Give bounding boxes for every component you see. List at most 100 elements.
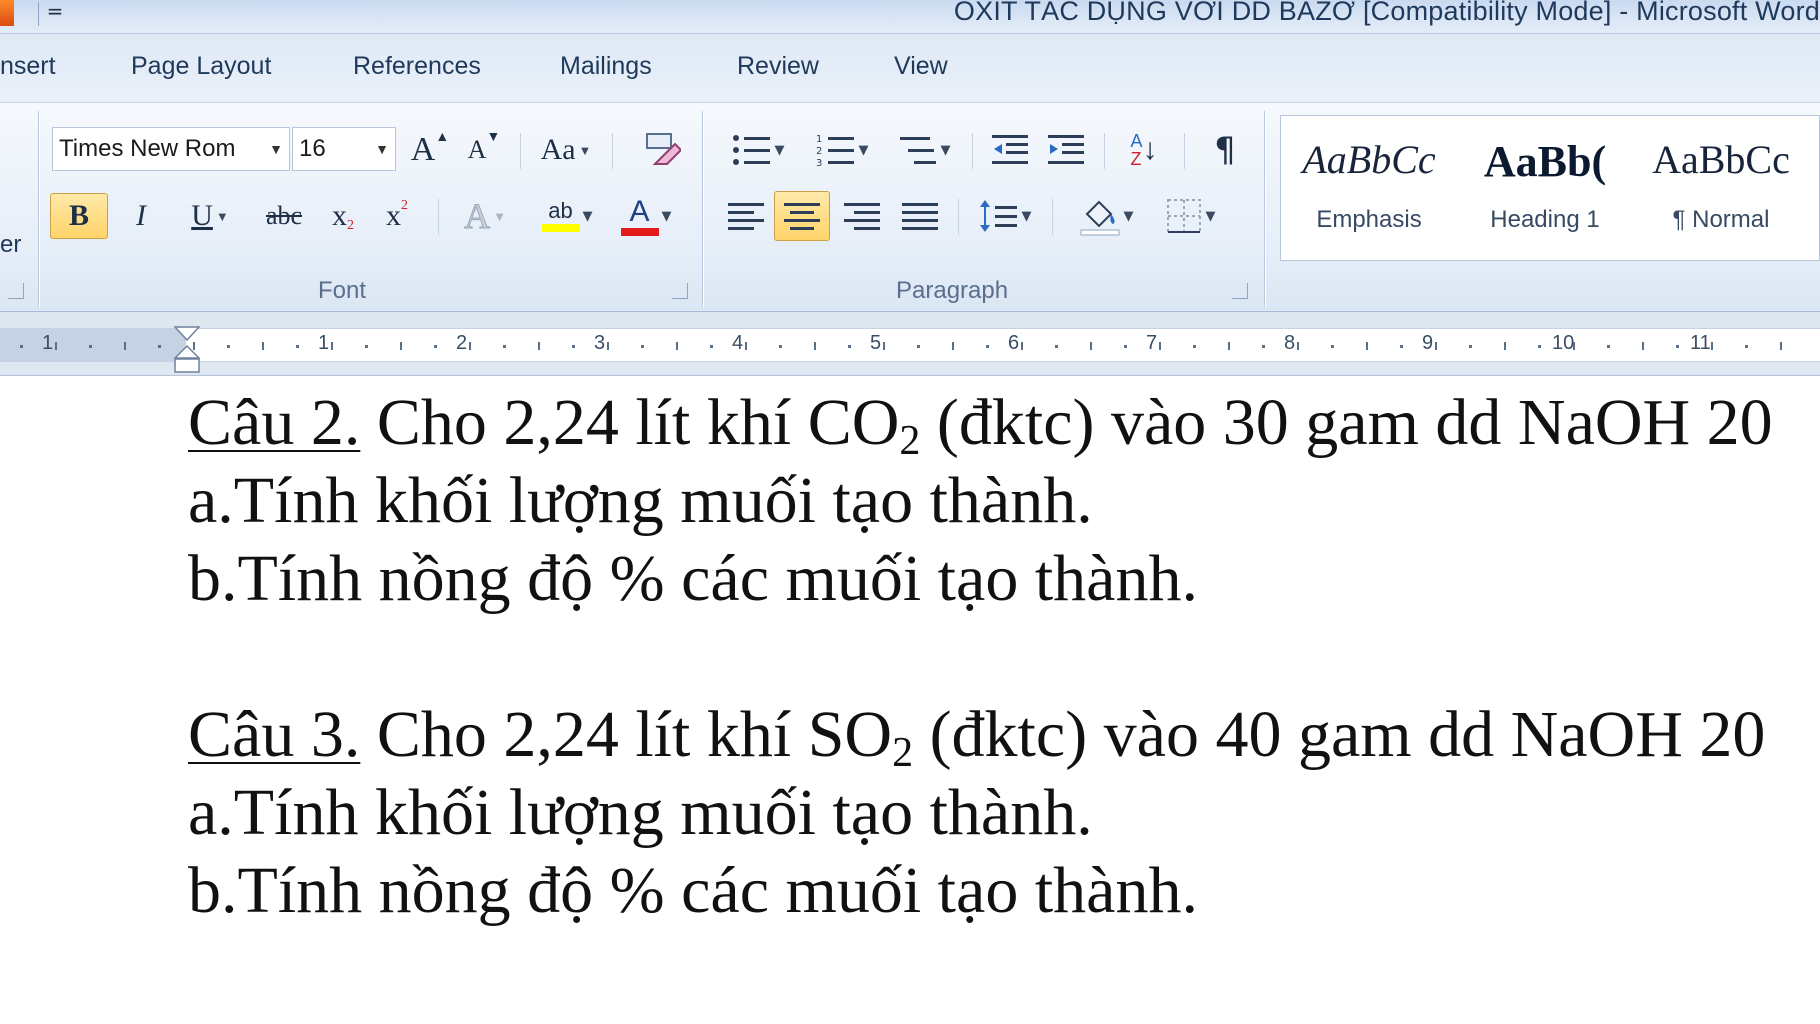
italic-icon: I: [136, 199, 146, 232]
question-2-part-b[interactable]: b.Tính nồng độ % các muối tạo thành.: [188, 546, 1198, 612]
ruler-number: 1: [318, 332, 330, 354]
tab-page-layout[interactable]: Page Layout: [131, 52, 271, 81]
sort-button[interactable]: AZ ↓: [1118, 127, 1170, 173]
ruler-number: 5: [870, 332, 882, 354]
font-name-combo[interactable]: Times New Rom ▼: [52, 127, 290, 171]
tab-review[interactable]: Review: [737, 52, 819, 81]
ruler-tick: [1400, 345, 1403, 348]
underline-button[interactable]: U ▼: [172, 193, 248, 239]
question-3-text: Cho 2,24 lít khí SO: [360, 698, 893, 771]
strikethrough-button[interactable]: abc: [256, 193, 312, 239]
tool-separator: [612, 133, 613, 169]
ruler-number: 8: [1284, 332, 1296, 354]
bullets-button[interactable]: ▼: [724, 127, 792, 173]
text-effects-button[interactable]: A ▼: [452, 193, 518, 239]
question-3-line[interactable]: Câu 3. Cho 2,24 lít khí SO2 (đktc) vào 4…: [188, 702, 1765, 775]
ruler-tick: [1745, 345, 1748, 348]
ruler-tick: [607, 342, 609, 350]
ruler-tick: [1193, 345, 1196, 348]
highlighter-icon: ab: [541, 200, 580, 232]
borders-button[interactable]: ▼: [1154, 193, 1226, 239]
ruler-number: 7: [1146, 332, 1158, 354]
ruler-tick: [676, 342, 678, 350]
tool-separator: [520, 133, 521, 169]
show-formatting-button[interactable]: ¶: [1200, 127, 1250, 173]
shading-button[interactable]: ▼: [1070, 193, 1142, 239]
ruler-tick: [89, 345, 92, 348]
highlight-button[interactable]: ab ▼: [528, 193, 606, 239]
align-left-button[interactable]: [722, 193, 770, 239]
text-effects-icon: A: [464, 196, 491, 236]
tab-references[interactable]: References: [353, 52, 481, 81]
ruler-tick: [745, 342, 747, 350]
ruler-tick: [1573, 342, 1575, 350]
question-2-part-a[interactable]: a.Tính khối lượng muối tạo thành.: [188, 468, 1093, 534]
align-right-icon: [844, 202, 880, 230]
ruler-tick: [710, 345, 713, 348]
font-group-label: Font: [318, 277, 367, 304]
tool-separator: [1184, 133, 1185, 169]
superscript-button[interactable]: x2: [374, 193, 420, 239]
ruler-tick: [883, 342, 885, 350]
style-name: Heading 1: [1490, 206, 1600, 233]
ruler-number: 6: [1008, 332, 1020, 354]
ruler-tick: [20, 345, 23, 348]
question-3-part-a[interactable]: a.Tính khối lượng muối tạo thành.: [188, 780, 1093, 846]
increase-indent-button[interactable]: [1042, 127, 1090, 173]
customize-qat-icon[interactable]: =: [44, 0, 66, 26]
style-name: ¶ Normal: [1672, 206, 1770, 233]
font-color-button[interactable]: A ▼: [612, 193, 680, 239]
ruler-tick: [1124, 345, 1127, 348]
clipboard-launcher-icon[interactable]: [8, 283, 24, 299]
font-size-combo[interactable]: 16 ▼: [292, 127, 396, 171]
line-spacing-button[interactable]: ▼: [972, 193, 1038, 239]
shrink-font-icon: A: [467, 135, 487, 164]
grow-font-button[interactable]: A ▲: [408, 127, 452, 173]
bold-button[interactable]: B: [50, 193, 108, 239]
group-separator: [38, 111, 39, 307]
tab-insert[interactable]: nsert: [0, 52, 56, 81]
font-launcher-icon[interactable]: [672, 283, 688, 299]
subscript-2: 2: [892, 730, 914, 776]
style-normal[interactable]: AaBbCc ¶ Normal: [1633, 116, 1809, 262]
ruler-tick: [193, 342, 195, 350]
clear-formatting-button[interactable]: [636, 127, 686, 173]
shrink-font-button[interactable]: A ▼: [462, 127, 506, 173]
tool-separator: [972, 133, 973, 169]
style-emphasis[interactable]: AaBbCc Emphasis: [1281, 116, 1457, 262]
align-center-button[interactable]: [774, 191, 830, 241]
chevron-down-icon[interactable]: ▼: [269, 128, 283, 170]
ruler-tick: [952, 342, 954, 350]
question-2-line[interactable]: Câu 2. Cho 2,24 lít khí CO2 (đktc) vào 3…: [188, 390, 1773, 463]
ruler-number: 9: [1422, 332, 1434, 354]
ribbon: er Times New Rom ▼ 16 ▼ A ▲ A ▼ Aa ▼ B I U ▼…: [0, 102, 1820, 312]
change-case-button[interactable]: Aa ▼: [534, 127, 598, 173]
style-name: Emphasis: [1316, 206, 1422, 233]
ruler-tick: [572, 345, 575, 348]
ruler-tick: [1642, 342, 1644, 350]
multilevel-list-button[interactable]: ▼: [890, 127, 958, 173]
ruler-tick: [1504, 342, 1506, 350]
numbering-button[interactable]: 123 ▼: [808, 127, 876, 173]
ruler-tick: [1676, 345, 1679, 348]
styles-gallery: AaBbCc Emphasis AaBb( Heading 1 AaBbCc ¶…: [1280, 115, 1820, 261]
ruler-number: 2: [456, 332, 468, 354]
ruler-tick: [1228, 342, 1230, 350]
word-app-icon[interactable]: [0, 0, 14, 26]
ruler-tick: [641, 345, 644, 348]
clear-formatting-icon: [646, 133, 681, 165]
align-right-button[interactable]: [838, 193, 886, 239]
tab-mailings[interactable]: Mailings: [560, 52, 652, 81]
style-heading-1[interactable]: AaBb( Heading 1: [1457, 116, 1633, 262]
document-page[interactable]: Câu 2. Cho 2,24 lít khí CO2 (đktc) vào 3…: [0, 376, 1820, 1024]
italic-button[interactable]: I: [118, 193, 164, 239]
subscript-button[interactable]: x2: [320, 193, 366, 239]
paragraph-launcher-icon[interactable]: [1232, 283, 1248, 299]
question-3-part-b[interactable]: b.Tính nồng độ % các muối tạo thành.: [188, 858, 1198, 924]
horizontal-ruler[interactable]: 1 1 2 3 4 5 6 7 8 9 10 11: [0, 312, 1820, 376]
indent-marker-icon[interactable]: [174, 326, 200, 374]
tab-view[interactable]: View: [894, 52, 948, 81]
decrease-indent-button[interactable]: [986, 127, 1034, 173]
chevron-down-icon[interactable]: ▼: [375, 128, 389, 170]
justify-button[interactable]: [896, 193, 944, 239]
